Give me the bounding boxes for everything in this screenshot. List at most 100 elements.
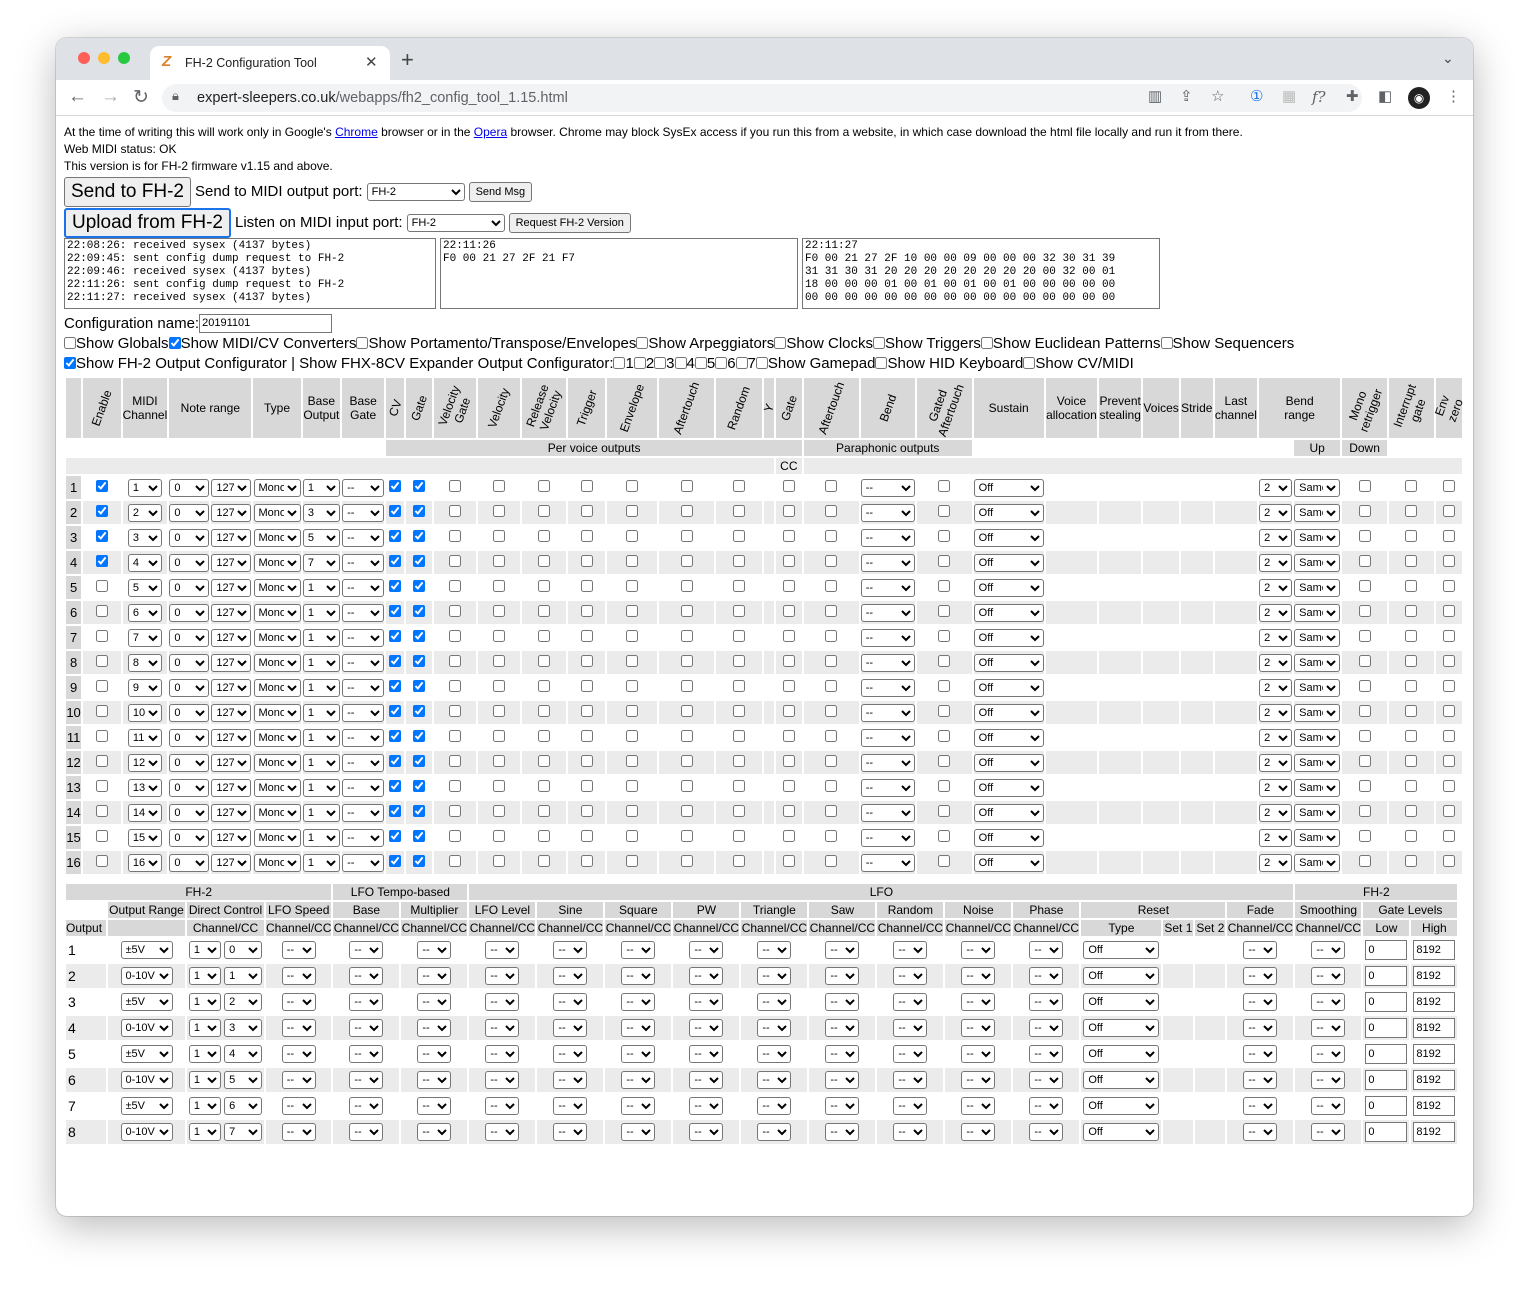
cv-checkbox[interactable] bbox=[389, 730, 402, 742]
reset-type-select[interactable]: Off bbox=[1083, 1071, 1160, 1089]
sine-select[interactable]: -- bbox=[553, 1097, 588, 1115]
output-port-select[interactable]: FH-2 bbox=[366, 182, 465, 201]
interrupt-gate-checkbox[interactable] bbox=[1405, 780, 1418, 792]
multiplier-select[interactable]: -- bbox=[417, 1071, 452, 1089]
env-zero-checkbox[interactable] bbox=[1442, 680, 1455, 692]
velocity-gate-checkbox[interactable] bbox=[449, 855, 462, 867]
paraphonic-gate-checkbox[interactable] bbox=[782, 755, 795, 767]
velocity-checkbox[interactable] bbox=[492, 480, 505, 492]
note-low-select[interactable]: 0 bbox=[169, 503, 210, 522]
midi-channel-select[interactable]: 1 bbox=[127, 478, 162, 497]
saw-select[interactable]: -- bbox=[825, 1097, 860, 1115]
paraphonic-aftertouch-checkbox[interactable] bbox=[825, 805, 838, 817]
sustain-select[interactable]: Off bbox=[973, 753, 1044, 772]
random-checkbox[interactable] bbox=[732, 705, 745, 717]
type-select[interactable]: Mono bbox=[253, 853, 301, 872]
paraphonic-aftertouch-checkbox[interactable] bbox=[825, 505, 838, 517]
fade-select[interactable]: -- bbox=[1243, 1045, 1278, 1063]
note-low-select[interactable]: 0 bbox=[169, 603, 210, 622]
option-r2-0[interactable]: Show Gamepad bbox=[755, 355, 875, 372]
gate-checkbox[interactable] bbox=[413, 855, 426, 867]
config-name-input[interactable] bbox=[199, 313, 333, 333]
midi-channel-select[interactable]: 3 bbox=[127, 528, 162, 547]
gated-aftertouch-checkbox[interactable] bbox=[938, 780, 951, 792]
trigger-checkbox[interactable] bbox=[580, 680, 593, 692]
phase-select[interactable]: -- bbox=[1029, 1019, 1064, 1037]
base-output-select[interactable]: 1 bbox=[302, 803, 340, 822]
gate-checkbox[interactable] bbox=[413, 830, 426, 842]
lfo-speed-select[interactable]: -- bbox=[281, 941, 316, 959]
note-low-select[interactable]: 0 bbox=[169, 478, 210, 497]
gated-aftertouch-checkbox[interactable] bbox=[938, 555, 951, 567]
release-velocity-checkbox[interactable] bbox=[537, 830, 550, 842]
env-zero-checkbox[interactable] bbox=[1442, 580, 1455, 592]
option-5-checkbox[interactable] bbox=[873, 337, 886, 349]
gated-aftertouch-checkbox[interactable] bbox=[938, 655, 951, 667]
cv-checkbox[interactable] bbox=[389, 605, 402, 617]
lfo-level-select[interactable]: -- bbox=[485, 967, 520, 985]
lfo-level-select[interactable]: -- bbox=[485, 1019, 520, 1037]
random-checkbox[interactable] bbox=[732, 730, 745, 742]
gate-low-input[interactable] bbox=[1365, 1096, 1408, 1116]
base-output-select[interactable]: 1 bbox=[302, 478, 340, 497]
interrupt-gate-checkbox[interactable] bbox=[1405, 605, 1418, 617]
sine-select[interactable]: -- bbox=[553, 967, 588, 985]
multiplier-select[interactable]: -- bbox=[417, 1123, 452, 1141]
noise-select[interactable]: -- bbox=[961, 941, 996, 959]
enable-checkbox[interactable] bbox=[95, 530, 108, 542]
option-4-checkbox[interactable] bbox=[774, 337, 787, 349]
base-gate-select[interactable]: -- bbox=[342, 528, 385, 547]
lfo-level-select[interactable]: -- bbox=[485, 1071, 520, 1089]
option-expander-3[interactable]: 3 bbox=[654, 355, 675, 372]
option-4[interactable]: Show Clocks bbox=[774, 335, 873, 352]
note-low-select[interactable]: 0 bbox=[169, 753, 210, 772]
envelope-checkbox[interactable] bbox=[626, 680, 639, 692]
opera-link[interactable]: Opera bbox=[474, 125, 507, 139]
gate-high-input[interactable] bbox=[1413, 992, 1456, 1012]
gate-checkbox[interactable] bbox=[413, 530, 426, 542]
paraphonic-gate-checkbox[interactable] bbox=[782, 555, 795, 567]
velocity-gate-checkbox[interactable] bbox=[449, 805, 462, 817]
bend-up-select[interactable]: 2 bbox=[1259, 653, 1293, 672]
gated-aftertouch-checkbox[interactable] bbox=[938, 805, 951, 817]
bend-down-select[interactable]: Same bbox=[1294, 653, 1341, 672]
random-checkbox[interactable] bbox=[732, 530, 745, 542]
cv-checkbox[interactable] bbox=[389, 705, 402, 717]
trigger-checkbox[interactable] bbox=[580, 780, 593, 792]
mono-retrigger-checkbox[interactable] bbox=[1358, 530, 1371, 542]
env-zero-checkbox[interactable] bbox=[1442, 505, 1455, 517]
bend-up-select[interactable]: 2 bbox=[1259, 728, 1293, 747]
random-checkbox[interactable] bbox=[732, 830, 745, 842]
aftertouch-checkbox[interactable] bbox=[680, 680, 693, 692]
option-r2-1[interactable]: Show HID Keyboard bbox=[875, 355, 1023, 372]
velocity-gate-checkbox[interactable] bbox=[449, 605, 462, 617]
phase-select[interactable]: -- bbox=[1029, 1123, 1064, 1141]
interrupt-gate-checkbox[interactable] bbox=[1405, 655, 1418, 667]
pw-select[interactable]: -- bbox=[689, 941, 724, 959]
env-zero-checkbox[interactable] bbox=[1442, 730, 1455, 742]
base-gate-select[interactable]: -- bbox=[342, 753, 385, 772]
option-expander-1-checkbox[interactable] bbox=[613, 357, 626, 369]
output-range-select[interactable]: 0-10V bbox=[120, 1019, 173, 1037]
trigger-checkbox[interactable] bbox=[580, 730, 593, 742]
upload-from-fh2-button[interactable]: Upload from FH-2 bbox=[64, 207, 231, 238]
bend-select[interactable]: -- bbox=[860, 578, 915, 597]
fade-select[interactable]: -- bbox=[1243, 1097, 1278, 1115]
note-high-select[interactable]: 127 bbox=[211, 778, 252, 797]
velocity-gate-checkbox[interactable] bbox=[449, 705, 462, 717]
option-expander-2[interactable]: 2 bbox=[633, 355, 654, 372]
gate-low-input[interactable] bbox=[1365, 1044, 1408, 1064]
bend-select[interactable]: -- bbox=[860, 828, 915, 847]
env-zero-checkbox[interactable] bbox=[1442, 480, 1455, 492]
phase-select[interactable]: -- bbox=[1029, 1071, 1064, 1089]
cv-checkbox[interactable] bbox=[389, 630, 402, 642]
env-zero-checkbox[interactable] bbox=[1442, 830, 1455, 842]
bend-select[interactable]: -- bbox=[860, 753, 915, 772]
paraphonic-gate-checkbox[interactable] bbox=[782, 630, 795, 642]
env-zero-checkbox[interactable] bbox=[1442, 655, 1455, 667]
enable-checkbox[interactable] bbox=[95, 555, 108, 567]
velocity-gate-checkbox[interactable] bbox=[449, 480, 462, 492]
option-1-checkbox[interactable] bbox=[168, 337, 181, 349]
base-select[interactable]: -- bbox=[349, 1019, 384, 1037]
triangle-select[interactable]: -- bbox=[757, 941, 792, 959]
